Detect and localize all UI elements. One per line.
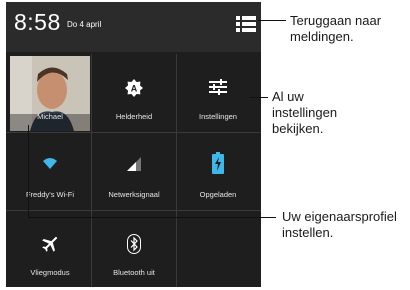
- bluetooth-tile[interactable]: Bluetooth uit: [94, 212, 174, 287]
- tile-label: Michael: [37, 112, 63, 121]
- grid-divider: [6, 210, 261, 211]
- airplane-tile[interactable]: Vliegmodus: [10, 212, 90, 287]
- wifi-icon: [43, 158, 57, 169]
- settings-tile[interactable]: Instellingen: [178, 56, 258, 131]
- grid-divider: [6, 132, 261, 133]
- battery-tile[interactable]: Opgeladen: [178, 134, 258, 209]
- callout-notifications: Teruggaan naar meldingen.: [290, 13, 382, 44]
- callout-line: [28, 217, 276, 218]
- status-bar: 8:58 Do 4 april: [6, 2, 261, 52]
- airplane-icon: [42, 236, 58, 252]
- tile-label: Helderheid: [115, 112, 153, 121]
- profile-tile[interactable]: Michael: [10, 56, 90, 131]
- tile-label: Instellingen: [199, 112, 237, 121]
- date: Do 4 april: [67, 20, 102, 29]
- callout-line: [258, 20, 286, 21]
- grid-divider: [91, 54, 92, 287]
- svg-text:A: A: [131, 84, 138, 94]
- quick-settings-panel: 8:58 Do 4 april Michael A Helderheid Ins…: [6, 2, 261, 287]
- brightness-auto-icon: A: [125, 79, 143, 97]
- brightness-tile[interactable]: A Helderheid: [94, 56, 174, 131]
- battery-charging-icon: [212, 152, 224, 174]
- signal-icon: [127, 157, 141, 171]
- wifi-tile[interactable]: Freddy's Wi-Fi: [10, 134, 90, 209]
- tile-label: Freddy's Wi-Fi: [25, 190, 75, 199]
- clock: 8:58: [14, 9, 61, 35]
- signal-tile[interactable]: Netwerksignaal: [94, 134, 174, 209]
- callout-line: [250, 97, 268, 98]
- callout-line: [28, 125, 29, 217]
- grid-divider: [176, 54, 177, 287]
- tile-label: Bluetooth uit: [113, 268, 155, 277]
- callout-settings: Al uw instellingen bekijken.: [272, 89, 338, 136]
- settings-sliders-icon: [209, 79, 227, 95]
- notifications-list-icon[interactable]: [236, 14, 256, 34]
- callout-profile: Uw eigenaarsprofiel instellen.: [282, 209, 397, 240]
- tile-label: Vliegmodus: [30, 268, 70, 277]
- bluetooth-icon: [127, 234, 141, 254]
- tile-label: Opgeladen: [199, 190, 237, 199]
- tile-label: Netwerksignaal: [108, 190, 160, 199]
